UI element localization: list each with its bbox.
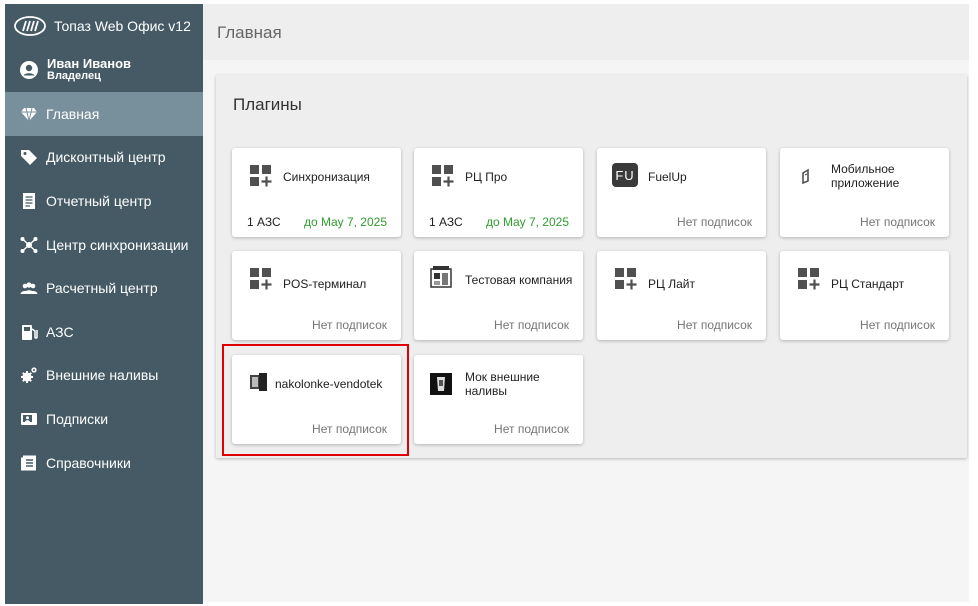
nav-item-sync-center[interactable]: Центр синхронизации xyxy=(5,223,203,267)
plugin-card-rc-standard[interactable]: РЦ Стандарт Нет подписок xyxy=(780,251,949,340)
plugin-title: РЦ Лайт xyxy=(648,277,695,291)
fuelup-logo-icon: FU xyxy=(612,163,638,187)
page-title: Главная xyxy=(217,23,282,42)
sidebar: Топаз Web Офис v12 Иван Иванов Владелец … xyxy=(5,4,203,604)
mobile-app-icon xyxy=(802,168,809,185)
page-header: Главная xyxy=(203,4,969,60)
nav-item-label: Дисконтный центр xyxy=(46,149,166,166)
plugin-subscription-status: Нет подписок xyxy=(494,318,569,332)
company-logo-icon xyxy=(430,266,452,288)
sync-hub-icon xyxy=(19,235,39,255)
plugin-grid-icon xyxy=(250,268,272,290)
plugin-card-test-company[interactable]: Тестовая компания Нет подписок xyxy=(414,251,583,340)
plugin-title: Тестовая компания xyxy=(465,273,573,287)
plugin-title: FuelUp xyxy=(648,170,687,184)
nav-item-label: АЗС xyxy=(46,323,74,340)
user-role: Владелец xyxy=(47,70,101,83)
plugin-card-mobile-app[interactable]: Мобильное приложение Нет подписок xyxy=(780,148,949,237)
account-circle-icon xyxy=(20,61,38,79)
plugin-grid-icon xyxy=(250,165,272,187)
nav-item-label: Справочники xyxy=(46,454,131,471)
nav-item-home[interactable]: Главная xyxy=(5,92,203,136)
plugin-title: Синхронизация xyxy=(283,170,370,184)
plugins-title: Плагины xyxy=(233,95,302,114)
nav-item-discount-center[interactable]: Дисконтный центр xyxy=(5,136,203,180)
nav-item-label: Расчетный центр xyxy=(46,280,158,297)
plugin-subscription-status: Нет подписок xyxy=(312,422,387,436)
terminal-device-icon xyxy=(250,373,267,391)
plugin-grid-icon xyxy=(432,165,454,187)
dark-logo-icon xyxy=(430,373,452,395)
nav-item-billing-center[interactable]: Расчетный центр xyxy=(5,266,203,310)
plugin-card-pos-terminal[interactable]: POS-терминал Нет подписок xyxy=(232,251,401,340)
plugin-subscription-status: Нет подписок xyxy=(312,318,387,332)
book-icon xyxy=(19,453,39,473)
plugin-station-count: 1 АЗС xyxy=(429,215,463,229)
nav-item-label: Отчетный центр xyxy=(46,192,152,209)
plugin-expiry: до May 7, 2025 xyxy=(485,215,569,229)
plugin-title: Мок внешние наливы xyxy=(465,370,540,398)
fuelup-logo-text: FU xyxy=(612,163,638,187)
cogs-icon xyxy=(19,365,39,385)
diamond-icon xyxy=(19,104,39,124)
app-title: Топаз Web Офис v12 xyxy=(54,18,191,34)
plugin-subscription-status: Нет подписок xyxy=(494,422,569,436)
nav-item-external-fills[interactable]: Внешние наливы xyxy=(5,354,203,398)
nav-item-gas-stations[interactable]: АЗС xyxy=(5,310,203,354)
tag-icon xyxy=(19,147,39,167)
plugin-grid-icon xyxy=(798,268,820,290)
plugins-panel: Плагины Синхронизация 1 АЗС до May 7, 20… xyxy=(216,75,967,458)
plugin-card-fuelup[interactable]: FU FuelUp Нет подписок xyxy=(597,148,766,237)
nav-item-label: Главная xyxy=(46,105,100,122)
main-content: Главная Плагины Синхронизация 1 АЗС до M… xyxy=(203,4,969,602)
nav-item-report-center[interactable]: Отчетный центр xyxy=(5,179,203,223)
nav-item-label: Внешние наливы xyxy=(46,367,159,384)
topaz-logo-icon xyxy=(14,16,46,36)
plugin-card-rc-pro[interactable]: РЦ Про 1 АЗС до May 7, 2025 xyxy=(414,148,583,237)
plugin-subscription-status: Нет подписок xyxy=(677,318,752,332)
plugin-subscription-status: Нет подписок xyxy=(860,318,935,332)
app-brand[interactable]: Топаз Web Офис v12 xyxy=(5,4,203,48)
nav-menu: Главная Дисконтный центр Отчетный центр … xyxy=(5,92,203,484)
fuel-pump-icon xyxy=(19,322,39,342)
plugin-subscription-status: Нет подписок xyxy=(860,215,935,229)
plugin-card-rc-lite[interactable]: РЦ Лайт Нет подписок xyxy=(597,251,766,340)
plugin-card-sync[interactable]: Синхронизация 1 АЗС до May 7, 2025 xyxy=(232,148,401,237)
id-card-icon xyxy=(19,409,39,429)
nav-item-label: Подписки xyxy=(46,410,109,427)
nav-item-subscriptions[interactable]: Подписки xyxy=(5,397,203,441)
people-icon xyxy=(19,278,39,298)
plugin-station-count: 1 АЗС xyxy=(247,215,281,229)
plugin-grid-icon xyxy=(615,268,637,290)
nav-item-directories[interactable]: Справочники xyxy=(5,441,203,485)
report-icon xyxy=(19,191,39,211)
plugin-title: nakolonke-vendotek xyxy=(275,377,383,391)
plugin-title: РЦ Про xyxy=(465,170,508,184)
plugin-title: POS-терминал xyxy=(283,277,367,291)
plugin-expiry: до May 7, 2025 xyxy=(303,215,387,229)
user-profile[interactable]: Иван Иванов Владелец xyxy=(5,48,203,92)
plugin-subscription-status: Нет подписок xyxy=(677,215,752,229)
user-name: Иван Иванов xyxy=(47,56,132,72)
plugin-title: Мобильное приложение xyxy=(831,162,900,190)
nav-item-label: Центр синхронизации xyxy=(46,236,189,253)
plugin-card-mock-external-fills[interactable]: Мок внешние наливы Нет подписок xyxy=(414,355,583,444)
plugin-title: РЦ Стандарт xyxy=(831,277,905,291)
plugin-card-nakolonke-vendotek[interactable]: nakolonke-vendotek Нет подписок xyxy=(232,355,401,444)
